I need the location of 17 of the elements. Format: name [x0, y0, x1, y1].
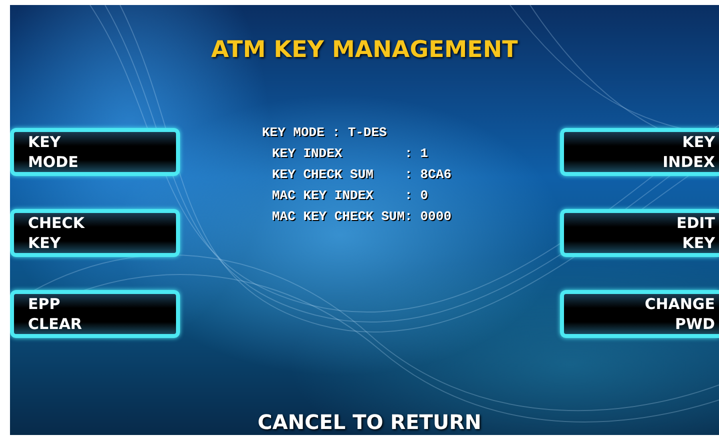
- function-key[interactable]: CHECK KEY: [10, 208, 180, 256]
- info-value: : 8CA6: [404, 166, 452, 184]
- key-mode-text: KEY MODE : T-DES: [262, 124, 388, 142]
- function-key[interactable]: EDIT KEY: [560, 208, 719, 256]
- cancel-instruction: CANCEL TO RETURN: [256, 409, 482, 435]
- info-value: : 0000: [404, 208, 452, 226]
- info-label: KEY INDEX: [272, 144, 344, 162]
- function-key[interactable]: KEY INDEX: [560, 128, 719, 176]
- info-label: MAC KEY INDEX: [272, 186, 374, 204]
- info-label: KEY CHECK SUM: [272, 166, 374, 184]
- info-label: MAC KEY CHECK SUM: [272, 208, 405, 226]
- function-key[interactable]: CHANGE PWD: [560, 290, 719, 338]
- function-key[interactable]: KEY MODE: [10, 128, 180, 176]
- screen-title: ATM KEY MANAGEMENT: [210, 36, 519, 65]
- function-key[interactable]: EPP CLEAR: [10, 290, 180, 338]
- info-value: : 1: [404, 144, 428, 162]
- info-value: : 0: [404, 186, 428, 204]
